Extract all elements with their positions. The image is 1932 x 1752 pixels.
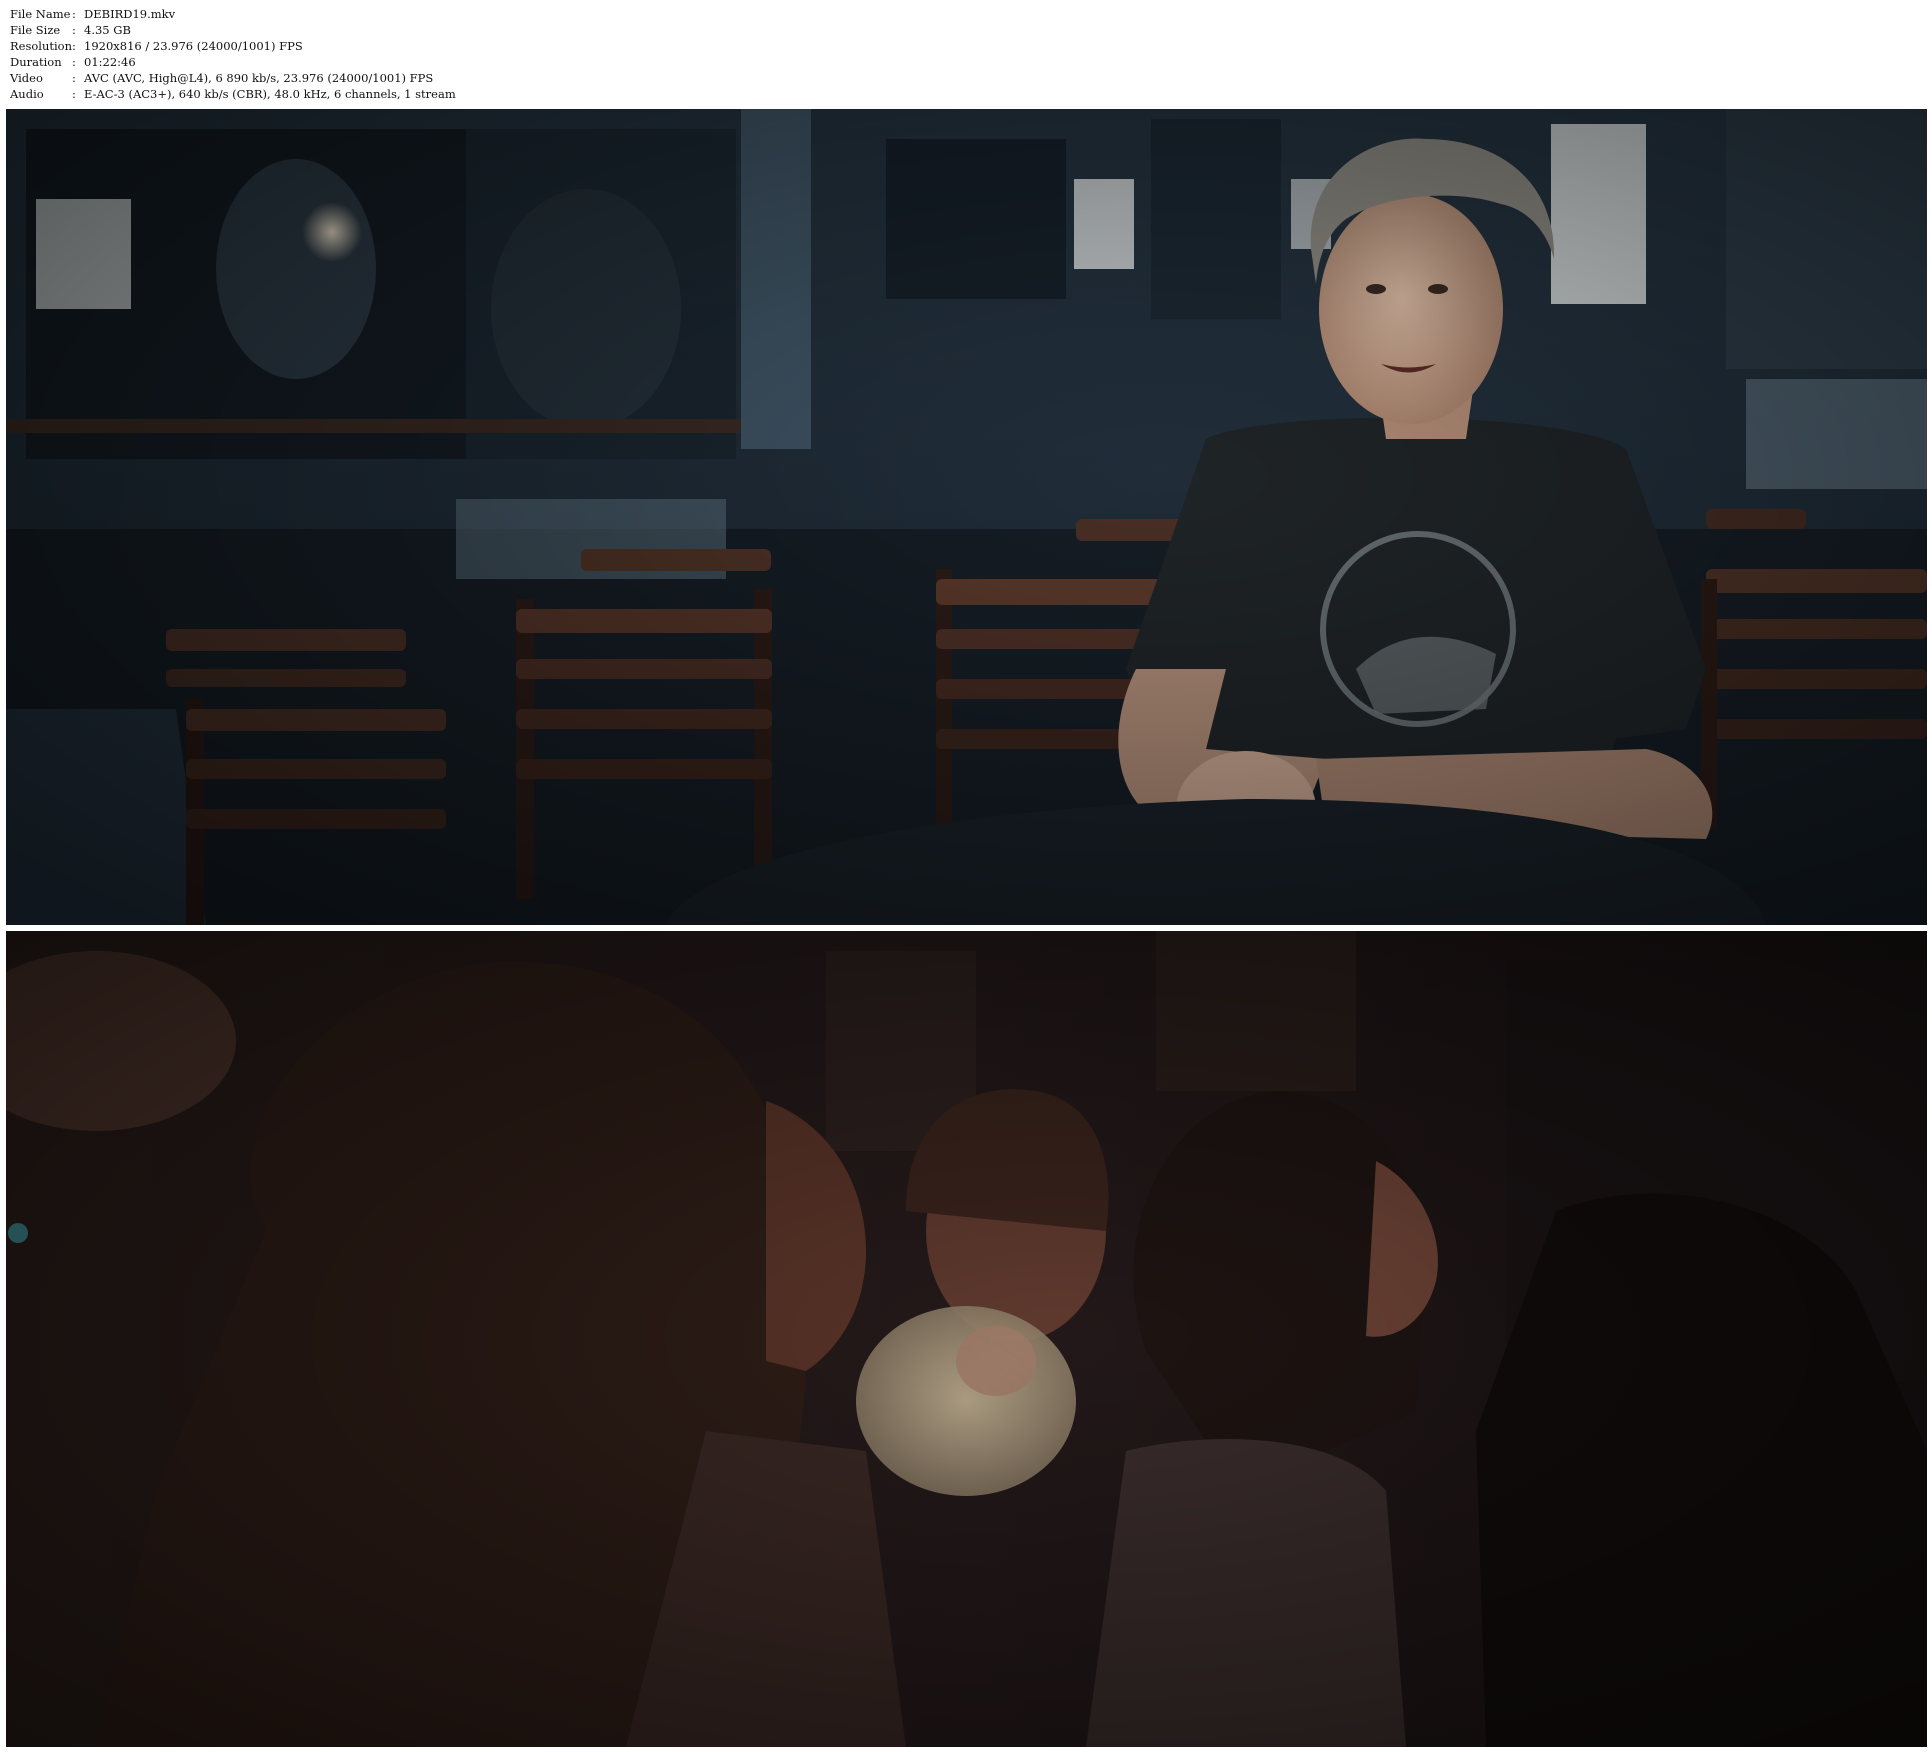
info-value: 1920x816 / 23.976 (24000/1001) FPS [84, 39, 303, 53]
video-frame-1 [6, 109, 1927, 925]
video-frame-2 [6, 931, 1927, 1747]
frame-2-vignette [6, 931, 1927, 1747]
info-label: Audio [10, 87, 44, 101]
info-row-resolution: Resolution : 1920x816 / 23.976 (24000/10… [10, 38, 910, 54]
info-label: File Size [10, 23, 61, 37]
info-separator: : [72, 23, 76, 37]
info-label: File Name [10, 7, 71, 21]
info-value: 01:22:46 [84, 55, 136, 69]
info-label: Video [10, 71, 43, 85]
frame-1-scene [6, 109, 1927, 925]
info-row-file-size: File Size : 4.35 GB [10, 22, 910, 38]
info-separator: : [72, 55, 76, 69]
info-separator: : [72, 87, 76, 101]
info-value: 4.35 GB [84, 23, 131, 37]
info-label: Duration [10, 55, 62, 69]
frame-2-scene [6, 931, 1927, 1747]
info-value: E-AC-3 (AC3+), 640 kb/s (CBR), 48.0 kHz,… [84, 87, 456, 101]
info-row-audio: Audio : E-AC-3 (AC3+), 640 kb/s (CBR), 4… [10, 86, 910, 102]
media-info: File Name : DEBIRD19.mkv File Size : 4.3… [10, 6, 910, 102]
info-value: DEBIRD19.mkv [84, 7, 176, 21]
info-separator: : [72, 39, 76, 53]
info-separator: : [72, 7, 76, 21]
info-value: AVC (AVC, High@L4), 6 890 kb/s, 23.976 (… [84, 71, 434, 85]
info-row-file-name: File Name : DEBIRD19.mkv [10, 6, 910, 22]
frame-1-vignette [6, 109, 1927, 925]
info-row-video: Video : AVC (AVC, High@L4), 6 890 kb/s, … [10, 70, 910, 86]
info-row-duration: Duration : 01:22:46 [10, 54, 910, 70]
info-separator: : [72, 71, 76, 85]
info-label: Resolution [10, 39, 73, 53]
